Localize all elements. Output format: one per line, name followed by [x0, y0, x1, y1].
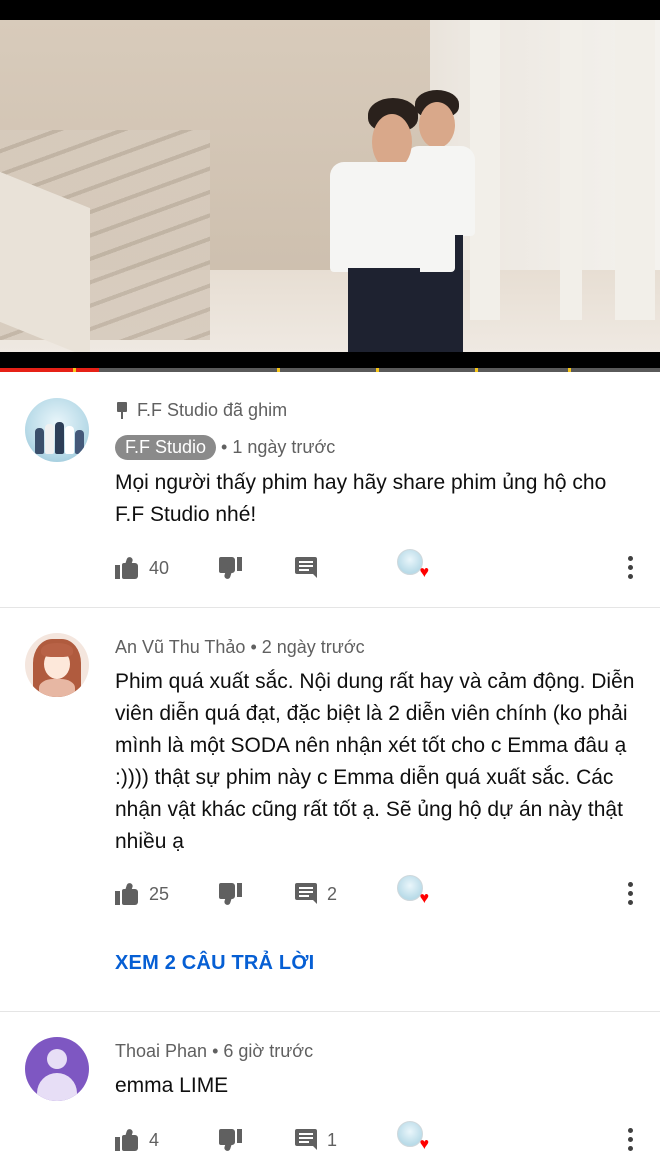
dislike-button[interactable]: [218, 1125, 242, 1155]
comment-divider: [0, 1011, 660, 1012]
meta-separator: •: [221, 437, 228, 457]
chapter-marker: [475, 368, 479, 372]
thumbs-up-icon: [115, 882, 139, 905]
heart-icon: ♥: [419, 890, 430, 907]
comment-text: emma LIME: [115, 1074, 229, 1097]
default-avatar-icon[interactable]: [25, 1037, 89, 1101]
like-button[interactable]: 40: [115, 553, 169, 583]
comment-divider: [0, 607, 660, 608]
thumbs-down-icon: [218, 557, 242, 580]
comment-icon: [295, 1129, 317, 1151]
video-progress-fill: [0, 368, 99, 372]
comment-text: Mọi người thấy phim hay hãy share phim ủ…: [115, 471, 607, 526]
comment-author[interactable]: An Vũ Thu Thảo: [115, 637, 245, 657]
video-player[interactable]: [0, 20, 660, 352]
reply-button[interactable]: 2: [295, 879, 337, 909]
comment-author[interactable]: F.F Studio: [115, 435, 217, 460]
pin-icon: [115, 401, 129, 420]
comment-actions: 40 ♥: [115, 549, 645, 583]
comment-actions: 4 1 ♥: [115, 1121, 645, 1155]
user-avatar-icon[interactable]: [25, 633, 89, 697]
reply-button[interactable]: 1: [295, 1125, 337, 1155]
like-count: 25: [149, 883, 170, 904]
chapter-marker: [277, 368, 281, 372]
comment-time[interactable]: 6 giờ trước: [223, 1041, 313, 1061]
like-count: 4: [149, 1129, 160, 1150]
thumbs-down-icon: [218, 1129, 242, 1152]
dislike-button[interactable]: [218, 879, 242, 909]
like-button[interactable]: 4: [115, 1125, 159, 1155]
more-options-icon[interactable]: [627, 556, 633, 580]
comment-meta: Thoai Phan • 6 giờ trước: [115, 1041, 313, 1062]
video-frame-pillar: [615, 20, 655, 320]
creator-heart-badge: ♥: [397, 875, 429, 907]
reply-count: 2: [327, 883, 338, 904]
comment-actions: 25 2 ♥: [115, 875, 645, 909]
like-count: 40: [149, 557, 170, 578]
comment-text: Phim quá xuất sắc. Nội dung rất hay và c…: [115, 670, 635, 853]
comment-time[interactable]: 1 ngày trước: [232, 437, 335, 457]
creator-heart-badge: ♥: [397, 549, 429, 581]
comment-icon: [295, 557, 317, 579]
comment-meta: An Vũ Thu Thảo • 2 ngày trước: [115, 637, 365, 658]
dislike-button[interactable]: [218, 553, 242, 583]
comment-meta: F.F Studio • 1 ngày trước: [115, 435, 335, 460]
chapter-marker: [567, 368, 571, 372]
pinned-label: F.F Studio đã ghim: [115, 400, 287, 421]
more-options-icon[interactable]: [627, 882, 633, 906]
view-replies-link[interactable]: XEM 2 CÂU TRẢ LỜI: [115, 952, 314, 975]
pinned-text: F.F Studio đã ghim: [137, 400, 288, 420]
comment-icon: [295, 883, 317, 905]
like-button[interactable]: 25: [115, 879, 169, 909]
thumbs-up-icon: [115, 556, 139, 579]
status-bar: [0, 0, 660, 20]
reply-count: 1: [327, 1129, 338, 1150]
chapter-marker: [72, 368, 76, 372]
meta-separator: •: [212, 1041, 219, 1061]
chapter-marker: [376, 368, 380, 372]
comment-author[interactable]: Thoai Phan: [115, 1041, 207, 1061]
thumbs-up-icon: [115, 1128, 139, 1151]
more-options-icon[interactable]: [627, 1128, 633, 1152]
video-progress-bar[interactable]: [0, 368, 660, 372]
meta-separator: •: [250, 637, 257, 657]
video-bottom-bar: [0, 352, 660, 368]
heart-icon: ♥: [419, 564, 430, 581]
comment-time[interactable]: 2 ngày trước: [262, 637, 365, 657]
creator-heart-badge: ♥: [397, 1121, 429, 1153]
reply-button[interactable]: [295, 553, 317, 583]
thumbs-down-icon: [218, 883, 242, 906]
video-frame-pillar: [560, 20, 582, 320]
heart-icon: ♥: [419, 1136, 430, 1153]
channel-avatar-icon[interactable]: [25, 398, 89, 462]
